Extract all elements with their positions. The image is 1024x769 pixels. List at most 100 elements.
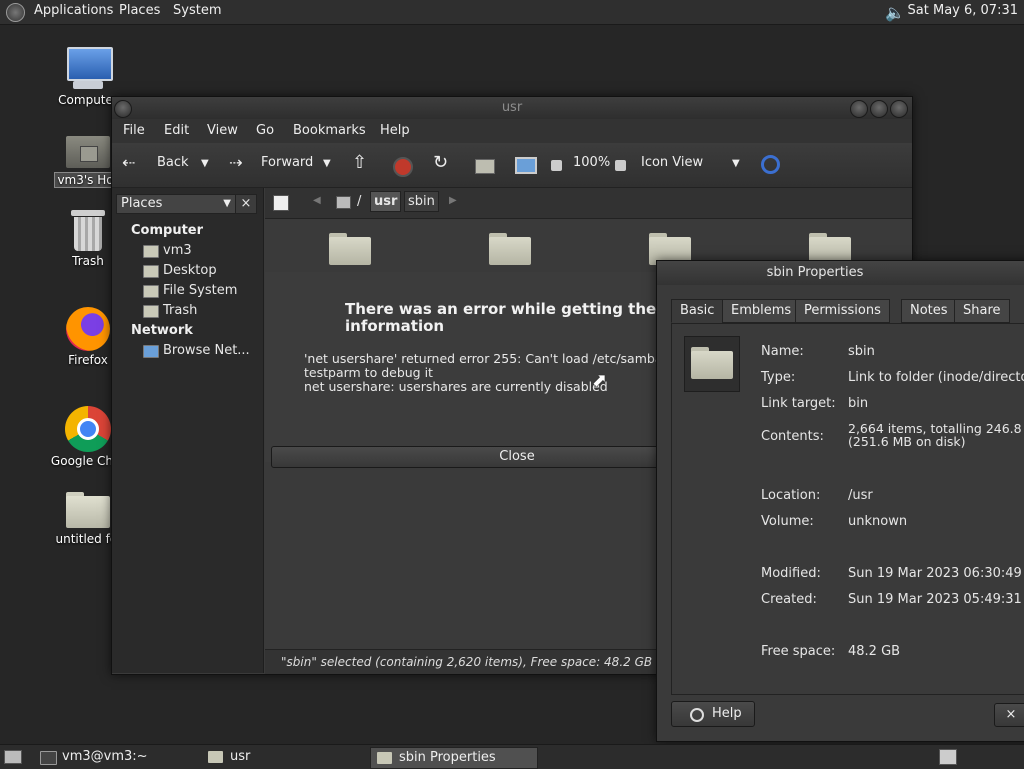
sidebar-item-label: vm3: [163, 243, 192, 258]
path-separator: /: [357, 194, 362, 209]
path-crumb-usr[interactable]: usr: [370, 191, 402, 212]
tab-notes[interactable]: Notes: [901, 299, 957, 323]
path-crumb-sbin[interactable]: sbin: [404, 191, 439, 212]
menubar: File Edit View Go Bookmarks Help: [112, 119, 912, 143]
sidebar: Places ▼ × Computer vm3 Desktop File Sys…: [112, 188, 264, 673]
folder-icon-button[interactable]: [684, 336, 740, 392]
created-label: Created:: [761, 592, 817, 607]
folder-icon: [691, 347, 733, 379]
sidebar-category-network: Network: [131, 323, 193, 338]
window-titlebar[interactable]: usr: [112, 97, 912, 119]
volume-icon[interactable]: 🔈: [885, 3, 905, 22]
close-icon[interactable]: [890, 100, 908, 118]
sidebar-item-label: Desktop: [163, 263, 217, 278]
desktop-icon-label: Trash: [72, 254, 104, 268]
drive-icon: [143, 285, 159, 298]
sidebar-selector[interactable]: Places ▼: [116, 194, 236, 214]
minimize-icon[interactable]: [850, 100, 868, 118]
task-terminal[interactable]: vm3@vm3:~: [34, 747, 222, 767]
home-folder-icon: [143, 245, 159, 258]
help-button[interactable]: Help: [671, 701, 755, 727]
forward-arrow-icon[interactable]: ⇢: [229, 153, 242, 172]
name-value[interactable]: sbin: [848, 344, 875, 359]
drive-icon[interactable]: [336, 196, 351, 209]
dialog-titlebar[interactable]: sbin Properties: [657, 261, 1024, 285]
tab-permissions[interactable]: Permissions: [795, 299, 890, 323]
taskbar: vm3@vm3:~ usr sbin Properties: [0, 744, 1024, 769]
task-properties[interactable]: sbin Properties: [370, 747, 538, 769]
clock[interactable]: Sat May 6, 07:31: [908, 3, 1018, 18]
network-icon: [143, 345, 159, 358]
error-title: There was an error while getting the sha…: [345, 300, 704, 335]
menu-bookmarks[interactable]: Bookmarks: [293, 123, 366, 138]
maximize-icon[interactable]: [870, 100, 888, 118]
path-bar: ◀ / usr sbin ▶: [265, 188, 912, 219]
sidebar-selector-label: Places: [121, 196, 163, 211]
trash-icon: [71, 210, 105, 252]
menu-help[interactable]: Help: [380, 123, 410, 138]
location-label: Location:: [761, 488, 821, 503]
window-menu-icon[interactable]: [114, 100, 132, 118]
back-history-chevron-icon[interactable]: ▼: [201, 158, 209, 169]
task-file-manager[interactable]: usr: [202, 747, 390, 767]
location-value: /usr: [848, 488, 873, 503]
sidebar-item-trash[interactable]: Trash: [143, 303, 197, 318]
zoom-level: 100%: [573, 155, 611, 170]
folder-icon[interactable]: [329, 233, 371, 265]
reload-icon[interactable]: ↻: [433, 152, 448, 173]
link-target-value: bin: [848, 396, 869, 411]
created-value: Sun 19 Mar 2023 05:49:31 PM: [848, 592, 1024, 607]
back-button[interactable]: Back: [157, 155, 189, 170]
home-icon[interactable]: [475, 159, 495, 174]
computer-icon[interactable]: [515, 157, 537, 174]
sidebar-item-browse-network[interactable]: Browse Net...: [143, 343, 250, 358]
system-menu[interactable]: System: [173, 3, 221, 18]
help-icon: [690, 708, 704, 722]
zoom-in-icon[interactable]: [615, 160, 626, 171]
back-arrow-icon[interactable]: ⇠: [122, 153, 135, 172]
places-menu[interactable]: Places: [119, 3, 160, 18]
path-scroll-left-icon[interactable]: ◀: [313, 195, 321, 206]
dialog-close-button[interactable]: ×: [994, 703, 1024, 727]
window-title: usr: [501, 100, 523, 115]
applications-menu[interactable]: Applications: [34, 3, 113, 18]
free-space-value: 48.2 GB: [848, 644, 901, 659]
sidebar-close-button[interactable]: ×: [235, 194, 257, 214]
view-mode-select[interactable]: Icon View: [641, 155, 703, 170]
path-scroll-right-icon[interactable]: ▶: [449, 195, 457, 206]
computer-icon: [65, 47, 113, 91]
chrome-icon: [65, 406, 111, 452]
tab-basic[interactable]: Basic: [671, 299, 724, 323]
dialog-title: sbin Properties: [766, 265, 864, 280]
zoom-out-icon[interactable]: [551, 160, 562, 171]
properties-tabs: Basic Emblems Permissions Notes Share: [671, 299, 1011, 323]
sidebar-item-file-system[interactable]: File System: [143, 283, 238, 298]
edit-location-icon[interactable]: [273, 195, 289, 211]
sidebar-item-vm3[interactable]: vm3: [143, 243, 192, 258]
link-target-label: Link target:: [761, 396, 836, 411]
view-mode-chevron-icon[interactable]: ▼: [732, 158, 740, 169]
tab-emblems[interactable]: Emblems: [722, 299, 801, 323]
gnome-foot-icon[interactable]: [6, 3, 25, 22]
task-label: sbin Properties: [399, 750, 496, 765]
up-arrow-icon[interactable]: ⇧: [352, 152, 367, 173]
sidebar-item-desktop[interactable]: Desktop: [143, 263, 217, 278]
search-icon[interactable]: [761, 155, 780, 174]
workspace-switcher-icon[interactable]: [939, 749, 957, 765]
menu-file[interactable]: File: [123, 123, 145, 138]
menu-go[interactable]: Go: [256, 123, 274, 138]
sidebar-item-label: File System: [163, 283, 238, 298]
trash-icon: [143, 305, 159, 318]
desktop-icon-label: Firefox: [68, 353, 108, 367]
menu-edit[interactable]: Edit: [164, 123, 189, 138]
forward-history-chevron-icon[interactable]: ▼: [323, 158, 331, 169]
menu-view[interactable]: View: [207, 123, 238, 138]
show-desktop-icon[interactable]: [4, 750, 22, 764]
task-label: vm3@vm3:~: [62, 749, 148, 764]
volume-label: Volume:: [761, 514, 814, 529]
stop-icon[interactable]: [393, 157, 413, 177]
forward-button[interactable]: Forward: [261, 155, 313, 170]
folder-icon[interactable]: [489, 233, 531, 265]
tab-share[interactable]: Share: [954, 299, 1010, 323]
name-label: Name:: [761, 344, 804, 359]
